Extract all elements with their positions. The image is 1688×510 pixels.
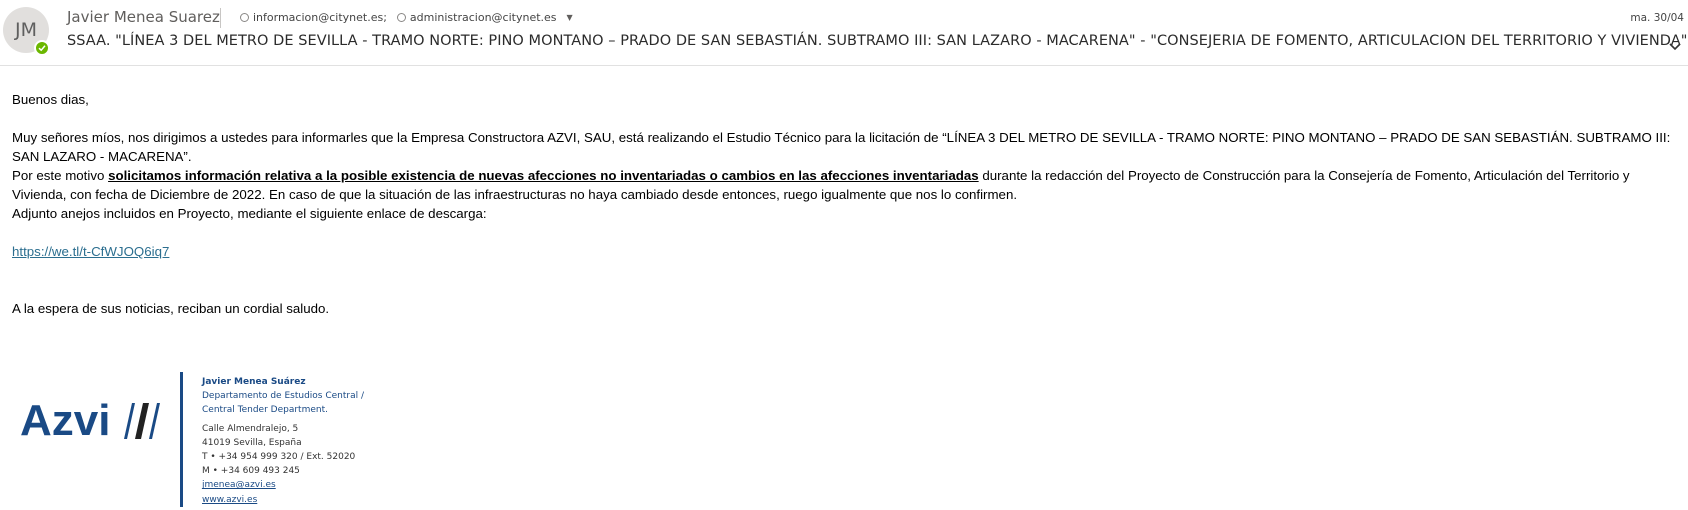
signature-email-link[interactable]: jmenea@azvi.es xyxy=(202,480,276,490)
logo-wordmark: Azvi xyxy=(20,396,110,445)
greeting: Buenos dias, xyxy=(12,92,89,107)
email-signature: Azvi Javier Menea Suárez Departamento de… xyxy=(0,372,520,510)
avatar-initials: JM xyxy=(15,19,37,41)
expand-chevron-icon[interactable] xyxy=(1668,42,1682,52)
recipient-ring-icon xyxy=(240,13,249,22)
signature-mobile: M • +34 609 493 245 xyxy=(202,466,300,477)
message-date: ma. 30/04 xyxy=(1630,12,1684,24)
expand-recipients-caret-icon[interactable]: ▼ xyxy=(567,13,573,22)
signature-name: Javier Menea Suárez xyxy=(202,377,306,387)
message-subject: SSAA. "LÍNEA 3 DEL METRO DE SEVILLA - TR… xyxy=(67,33,1688,49)
paragraph-intro: Muy señores míos, nos dirigimos a ustede… xyxy=(12,130,1671,164)
recipient-ring-icon xyxy=(396,13,406,22)
azvi-logo: Azvi xyxy=(20,396,160,445)
request-highlight: solicitamos información relativa a la po… xyxy=(108,168,979,183)
signature-dept-2: Central Tender Department. xyxy=(202,405,328,416)
recipient-1[interactable]: informacion@citynet.es; xyxy=(253,11,387,24)
signature-dept-1: Departamento de Estudios Central / xyxy=(202,391,364,402)
signature-address-1: Calle Almendralejo, 5 xyxy=(202,423,299,434)
paragraph-attachment: Adjunto anejos incluidos en Proyecto, me… xyxy=(12,206,487,221)
signature-website-link[interactable]: www.azvi.es xyxy=(202,495,257,505)
signature-phone: T • +34 954 999 320 / Ext. 52020 xyxy=(202,452,356,463)
signature-divider xyxy=(180,372,183,507)
signature-details: Javier Menea Suárez Departamento de Estu… xyxy=(202,375,364,507)
recipient-2[interactable]: administracion@citynet.es xyxy=(410,11,557,24)
presence-check-icon xyxy=(34,40,50,56)
paragraph-request: Por este motivo solicitamos información … xyxy=(12,166,1672,204)
signature-address-2: 41019 Sevilla, España xyxy=(202,437,302,448)
recipients-line: informacion@citynet.es; administracion@c… xyxy=(240,11,573,24)
message-header: JM Javier Menea Suarez informacion@cityn… xyxy=(0,0,1688,66)
header-divider xyxy=(220,8,221,28)
request-prefix: Por este motivo xyxy=(12,168,109,183)
download-link[interactable]: https://we.tl/t-CfWJOQ6iq7 xyxy=(12,244,169,259)
sender-name[interactable]: Javier Menea Suarez xyxy=(67,8,220,26)
closing: A la espera de sus noticias, reciban un … xyxy=(12,301,330,316)
message-body: Buenos dias, Muy señores míos, nos dirig… xyxy=(12,90,1672,318)
